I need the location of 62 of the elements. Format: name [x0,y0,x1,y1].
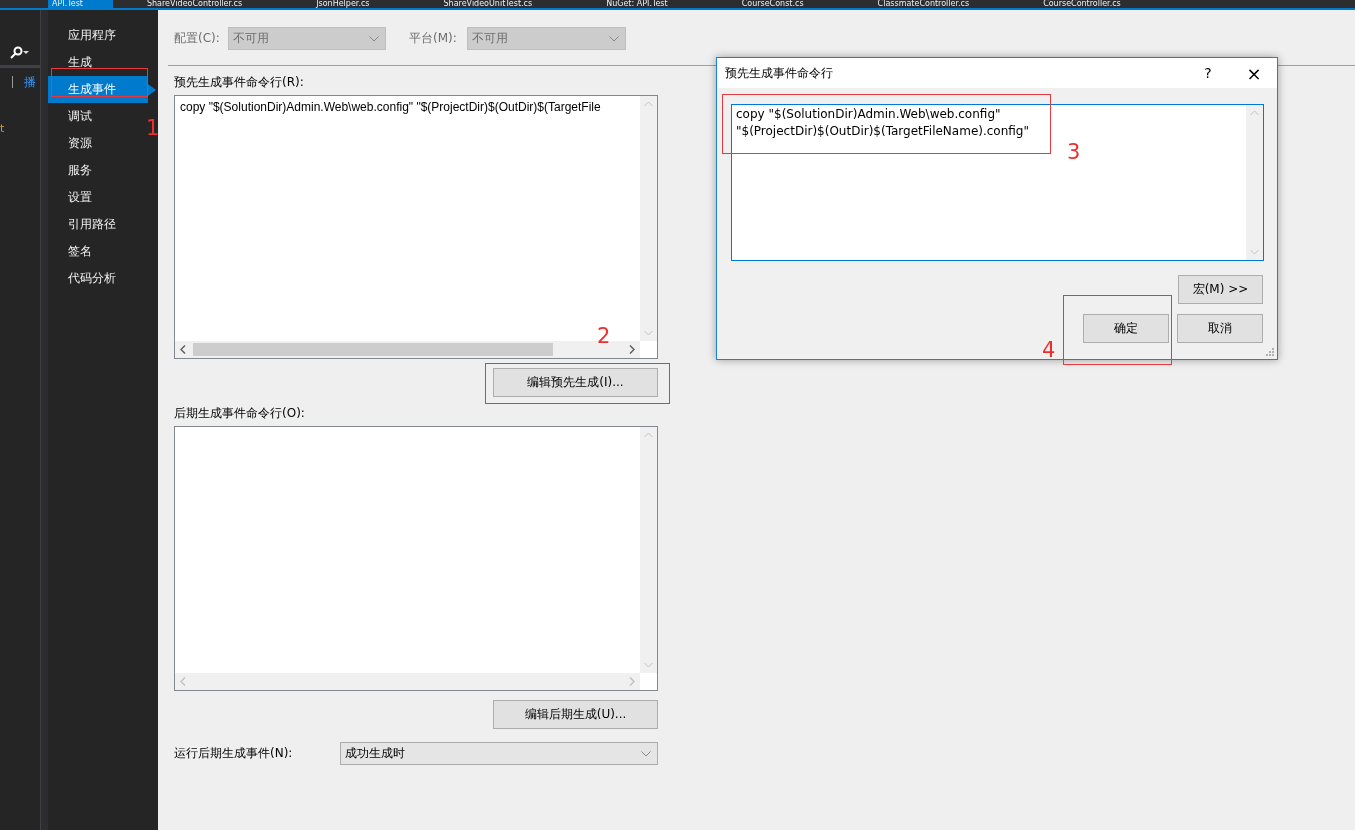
sidebar-item[interactable]: 签名 [48,238,148,265]
search-icon[interactable] [10,46,30,59]
chevron-down-icon [609,35,619,42]
chevron-down-icon[interactable] [644,662,653,668]
field-label: 配置(C): [174,30,221,47]
document-tab[interactable]: CourseConst.cs [727,0,804,8]
close-button[interactable]: × [1245,62,1263,84]
sidebar-item[interactable]: 服务 [48,157,148,184]
command-text-line: "$(ProjectDir)$(OutDir)$(TargetFileName).config" [736,124,1029,139]
cancel-button[interactable]: 取消 [1177,314,1263,343]
pointer-icon [148,84,156,96]
macros-button[interactable]: 宏(M) >> [1178,275,1263,304]
document-tab[interactable]: ShareVideoController.cs [132,0,243,8]
field-label: 平台(M): [409,30,458,47]
ok-button[interactable]: 确定 [1083,314,1169,343]
vertical-scrollbar[interactable] [640,96,657,341]
dialog-title: 预先生成事件命令行 [725,64,834,82]
sidebar-item[interactable]: 代码分析 [48,265,148,292]
document-tab[interactable]: API.Test [48,0,113,8]
sidebar-item[interactable]: 调试 [48,103,148,130]
field-label: 预先生成事件命令行(R): [174,74,304,91]
vertical-scrollbar[interactable] [640,427,657,673]
command-text: copy "$(SolutionDir)Admin.Web\web.config" "$(ProjectDir)$(OutDir)$(TargetFile [180,100,601,114]
document-tab[interactable]: ShareVideoUnitTest.cs [429,0,533,8]
step-number: 3 [1067,140,1081,164]
panel-tab[interactable]: 播 [24,74,40,91]
panel-splitter[interactable] [40,10,48,830]
chevron-down-icon [641,750,651,757]
sidebar-item[interactable]: 生成事件 [48,76,148,103]
document-tab[interactable]: ClassmateController.cs [863,0,970,8]
resize-grip-icon[interactable] [1265,347,1275,357]
tree-item[interactable]: t [0,122,5,135]
sidebar-item[interactable]: 引用路径 [48,211,148,238]
edit-pre-build-button[interactable]: 编辑预先生成(I)... [493,368,658,397]
dropdown[interactable]: 成功生成时 [340,742,658,765]
step-number: 2 [597,324,611,348]
chevron-down-icon[interactable] [1250,249,1259,255]
command-text-line: copy "$(SolutionDir)Admin.Web\web.config" [736,107,1002,122]
sidebar-item[interactable]: 生成 [48,49,148,76]
sidebar-item[interactable]: 应用程序 [48,22,148,49]
document-tab[interactable]: NuGet: API.Test [592,0,668,8]
chevron-right-icon[interactable] [629,345,635,354]
document-tab[interactable]: JsonHelper.cs [302,0,370,8]
document-tab[interactable]: CourseController.cs [1029,0,1121,8]
field-label: 后期生成事件命令行(O): [174,405,305,422]
sidebar-item[interactable]: 资源 [48,130,148,157]
step-number: 4 [1042,338,1056,362]
sidebar-item[interactable]: 设置 [48,184,148,211]
chevron-up-icon[interactable] [644,432,653,438]
field-label: 运行后期生成事件(N): [174,745,294,762]
scrollbar-thumb[interactable] [193,343,553,356]
chevron-down-icon[interactable] [644,330,653,336]
chevron-left-icon[interactable] [180,345,186,354]
step-number: 1 [146,116,160,140]
vertical-scrollbar[interactable] [1246,105,1263,260]
chevron-up-icon[interactable] [1250,110,1259,116]
edit-post-build-button[interactable]: 编辑后期生成(U)... [493,700,658,729]
chevron-down-icon [369,35,379,42]
horizontal-scrollbar[interactable] [175,341,640,358]
command-line-field[interactable] [174,426,658,691]
help-button[interactable]: ? [1199,65,1217,81]
chevron-up-icon[interactable] [644,101,653,107]
